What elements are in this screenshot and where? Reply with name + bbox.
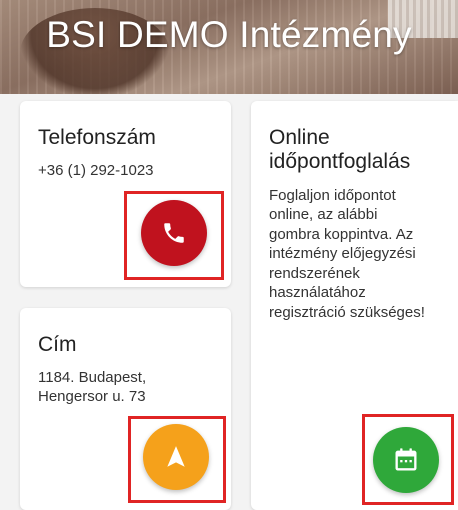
phone-icon: [164, 223, 184, 243]
booking-description-line: gombra koppintva. Az: [269, 226, 414, 243]
phone-card-title: Telefonszám: [38, 126, 156, 149]
navigate-button[interactable]: [143, 424, 209, 490]
institution-title: BSI DEMO Intézmény: [46, 14, 412, 55]
booking-description-line: regisztráció szükséges!: [269, 304, 425, 321]
booking-description-line: rendszerének: [269, 265, 360, 282]
address-line-2: Hengersor u. 73: [38, 388, 146, 405]
navigation-arrow-icon: [167, 446, 185, 467]
booking-description-line: online, az alábbi: [269, 206, 378, 223]
book-appointment-button[interactable]: [373, 427, 439, 493]
booking-card-title-line-2: időpontfoglalás: [269, 150, 411, 173]
phone-number: +36 (1) 292-1023: [38, 162, 154, 179]
booking-description-line: intézmény előjegyzési: [269, 245, 416, 262]
booking-description-line: használatához: [269, 284, 366, 301]
header-banner: BSI DEMO Intézmény: [0, 0, 458, 94]
address-line-1: 1184. Budapest,: [38, 369, 147, 386]
address-card-title: Cím: [38, 333, 77, 356]
call-button[interactable]: [141, 200, 207, 266]
booking-description-line: Foglaljon időpontot: [269, 187, 396, 204]
calendar-icon: [395, 448, 417, 471]
